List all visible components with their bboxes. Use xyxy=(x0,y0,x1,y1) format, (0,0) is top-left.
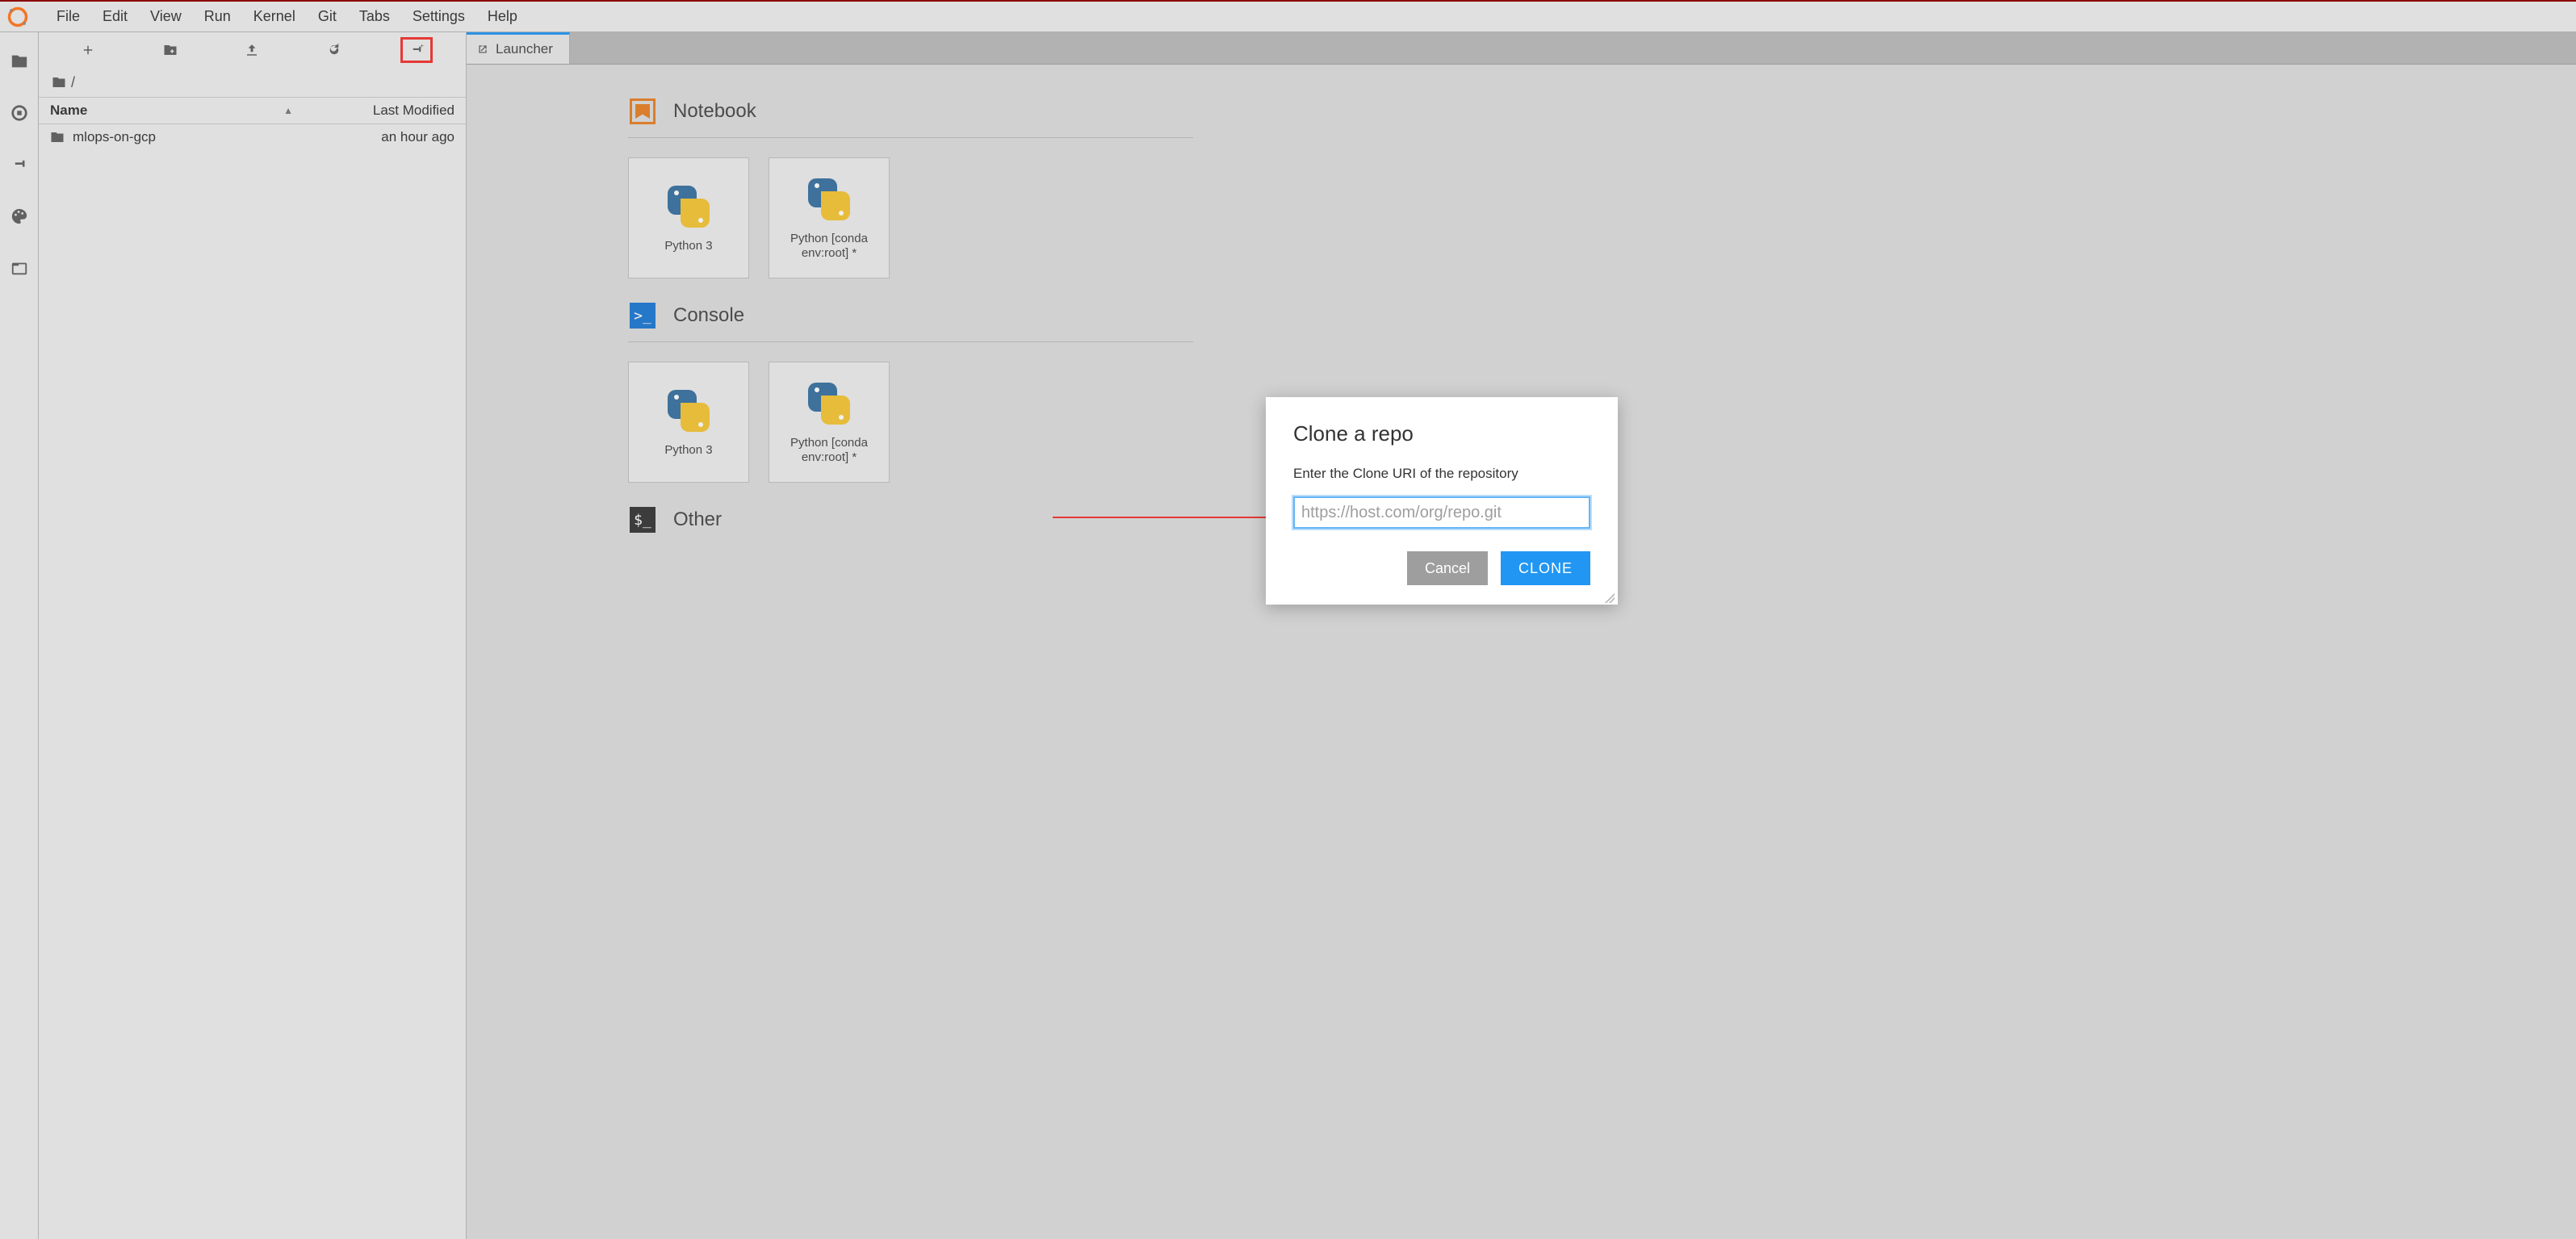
launcher-card-conda-console[interactable]: Python [conda env:root] * xyxy=(769,362,890,483)
folder-icon[interactable] xyxy=(10,52,29,71)
git-icon[interactable] xyxy=(10,155,29,174)
card-label: Python [conda env:root] * xyxy=(769,436,889,465)
upload-button[interactable] xyxy=(236,37,268,63)
svg-text:+: + xyxy=(421,43,425,49)
annotation-arrow xyxy=(1053,517,1284,518)
console-section-icon: >_ xyxy=(628,301,657,330)
menu-git[interactable]: Git xyxy=(307,8,348,25)
tabs-icon[interactable] xyxy=(10,258,29,278)
col-modified-label[interactable]: Last Modified xyxy=(325,103,454,119)
file-row[interactable]: mlops-on-gcp an hour ago xyxy=(39,124,466,150)
menu-file[interactable]: File xyxy=(45,8,91,25)
palette-icon[interactable] xyxy=(10,207,29,226)
file-browser-sidebar: + / Name ▲ Last Modified mlops-on-gcp an… xyxy=(39,32,467,1239)
file-browser-toolbar: + xyxy=(39,32,466,68)
launcher-card-python3-notebook[interactable]: Python 3 xyxy=(628,157,749,278)
breadcrumb-path: / xyxy=(71,74,75,91)
python-icon xyxy=(805,175,853,224)
new-launcher-button[interactable] xyxy=(72,37,104,63)
python-icon xyxy=(664,387,713,435)
jupyter-logo-icon xyxy=(6,6,29,28)
file-name: mlops-on-gcp xyxy=(73,129,325,145)
card-label: Python 3 xyxy=(660,239,717,253)
tab-bar: Launcher xyxy=(467,32,2576,65)
running-sessions-icon[interactable] xyxy=(10,103,29,123)
menu-edit[interactable]: Edit xyxy=(91,8,139,25)
main-menu-bar: File Edit View Run Kernel Git Tabs Setti… xyxy=(0,2,2576,32)
launch-icon xyxy=(476,43,489,56)
python-icon xyxy=(805,379,853,428)
launcher-card-python3-console[interactable]: Python 3 xyxy=(628,362,749,483)
folder-icon xyxy=(50,130,65,144)
menu-help[interactable]: Help xyxy=(476,8,529,25)
section-notebook: Notebook Python 3 Python [conda env:root… xyxy=(628,97,1193,278)
section-title: Other xyxy=(673,509,722,531)
tab-label: Launcher xyxy=(496,41,553,57)
dialog-resize-grip[interactable] xyxy=(1605,593,1615,603)
notebook-section-icon xyxy=(628,97,657,126)
clone-repo-dialog: Clone a repo Enter the Clone URI of the … xyxy=(1266,397,1618,605)
menu-view[interactable]: View xyxy=(139,8,193,25)
section-title: Notebook xyxy=(673,100,756,123)
menu-tabs[interactable]: Tabs xyxy=(348,8,401,25)
refresh-button[interactable] xyxy=(318,37,350,63)
activity-bar xyxy=(0,32,39,1239)
dialog-title: Clone a repo xyxy=(1293,421,1590,446)
menu-run[interactable]: Run xyxy=(193,8,242,25)
breadcrumb[interactable]: / xyxy=(39,68,466,97)
card-label: Python [conda env:root] * xyxy=(769,232,889,261)
card-label: Python 3 xyxy=(660,443,717,458)
section-other: $_ Other xyxy=(628,505,1193,546)
main-content: Launcher Notebook Python 3 xyxy=(467,32,2576,1239)
sort-asc-icon: ▲ xyxy=(283,105,293,116)
section-console: >_ Console Python 3 Python [conda env:ro… xyxy=(628,301,1193,483)
menu-kernel[interactable]: Kernel xyxy=(242,8,307,25)
git-clone-button[interactable]: + xyxy=(400,37,433,63)
python-icon xyxy=(664,182,713,231)
col-name-label[interactable]: Name xyxy=(50,103,87,119)
new-folder-button[interactable] xyxy=(154,37,186,63)
launcher-card-conda-notebook[interactable]: Python [conda env:root] * xyxy=(769,157,890,278)
clone-button[interactable]: CLONE xyxy=(1501,551,1590,585)
tab-launcher[interactable]: Launcher xyxy=(467,32,570,64)
menu-settings[interactable]: Settings xyxy=(401,8,476,25)
clone-uri-input[interactable] xyxy=(1293,496,1590,529)
file-list-header: Name ▲ Last Modified xyxy=(39,97,466,124)
section-title: Console xyxy=(673,304,744,327)
dialog-prompt: Enter the Clone URI of the repository xyxy=(1293,466,1590,482)
cancel-button[interactable]: Cancel xyxy=(1407,551,1488,585)
other-section-icon: $_ xyxy=(628,505,657,534)
file-modified: an hour ago xyxy=(325,129,454,145)
